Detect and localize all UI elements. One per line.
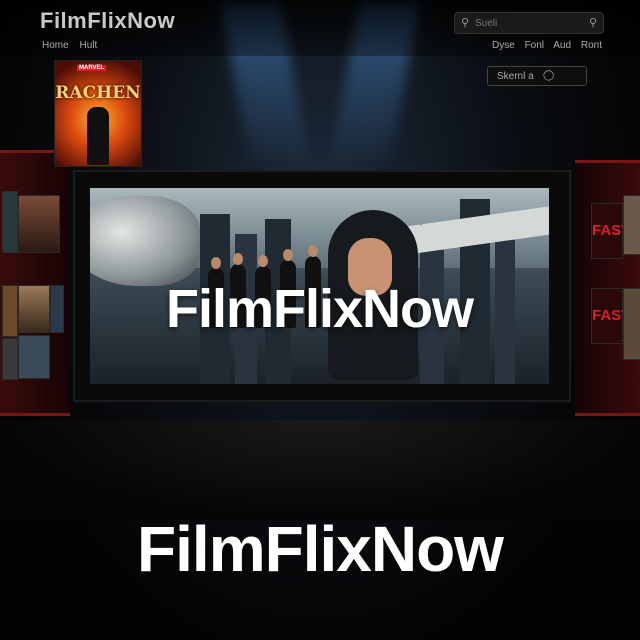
search-box[interactable]: ⚲ ⚲ — [454, 12, 604, 34]
sign-in-button[interactable]: Skernl a ◯ — [487, 66, 587, 86]
featured-poster[interactable]: MARVEL RACHEN — [54, 60, 142, 167]
nav-link[interactable]: Aud — [553, 40, 571, 51]
left-poster-wall — [0, 150, 70, 416]
side-poster[interactable] — [18, 195, 60, 253]
search-submit-icon[interactable]: ⚲ — [589, 16, 597, 29]
poster-title: RACHEN — [55, 83, 141, 103]
nav-left: Home Hult — [42, 40, 105, 51]
search-input[interactable] — [473, 15, 577, 31]
nav-link[interactable]: Fonl — [525, 40, 544, 51]
side-poster[interactable] — [2, 338, 18, 380]
side-poster[interactable] — [18, 335, 50, 379]
side-poster[interactable] — [2, 285, 18, 337]
right-poster-wall: FAST FAST — [575, 160, 640, 416]
poster-hero-silhouette — [87, 107, 109, 165]
site-logo[interactable]: FilmFlixNow — [40, 8, 175, 34]
side-poster[interactable] — [623, 288, 640, 360]
search-icon: ⚲ — [461, 17, 470, 29]
side-poster[interactable] — [50, 285, 64, 333]
theater-seats — [0, 420, 640, 520]
nav-link[interactable]: Dyse — [492, 40, 515, 51]
nav-link[interactable]: Hult — [79, 40, 97, 51]
nav-right: Dyse Fonl Aud Ront — [492, 40, 609, 51]
banner-title: FilmFlixNow — [165, 279, 474, 339]
side-poster-title[interactable]: FAST — [591, 288, 630, 344]
side-poster[interactable] — [623, 195, 640, 255]
footer-brand-title: FilmFlixNow — [137, 513, 504, 585]
side-poster[interactable] — [18, 285, 50, 333]
side-poster-title[interactable]: FAST — [591, 203, 630, 259]
top-nav-bar: FilmFlixNow Home Hult ⚲ ⚲ Dyse Fonl Aud … — [0, 0, 640, 56]
studio-badge: MARVEL — [77, 65, 107, 71]
side-poster[interactable] — [2, 191, 18, 253]
sign-in-label: Skernl a — [497, 71, 534, 82]
spaceship-image — [90, 196, 200, 286]
nav-link[interactable]: Ront — [581, 40, 602, 51]
nav-link-home[interactable]: Home — [42, 40, 69, 51]
user-icon: ◯ — [543, 70, 555, 81]
